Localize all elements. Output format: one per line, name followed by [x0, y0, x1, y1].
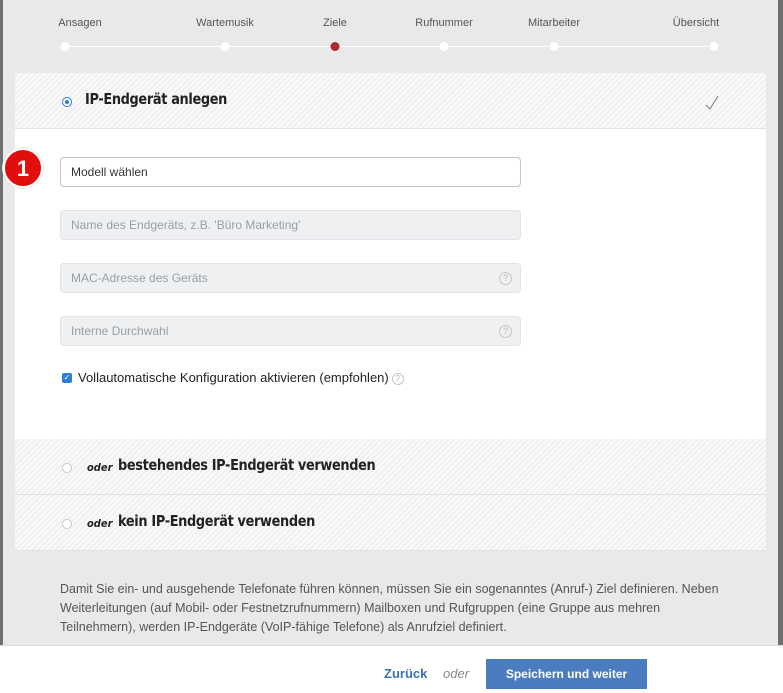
step-dot-ansagen[interactable] — [60, 42, 70, 51]
help-icon[interactable]: ? — [391, 373, 404, 385]
option-existing-prefix: oder — [87, 461, 113, 474]
option-existing-device-radio[interactable] — [62, 463, 72, 473]
step-label-ziele[interactable]: Ziele — [323, 17, 347, 29]
device-name-input[interactable]: Name des Endgeräts, z.B. 'Büro Marketing… — [60, 210, 521, 240]
help-icon[interactable]: ? — [499, 272, 512, 285]
mac-address-placeholder: MAC-Adresse des Geräts — [71, 271, 208, 285]
auto-config-checkbox[interactable]: ✓ — [62, 373, 72, 383]
auto-config-label-text: Vollautomatische Konfiguration aktiviere… — [78, 370, 389, 385]
wizard-panel: Ansagen Wartemusik Ziele Rufnummer Mitar… — [3, 0, 778, 645]
step-label-wartemusik[interactable]: Wartemusik — [196, 17, 254, 29]
info-text: Damit Sie ein- und ausgehende Telefonate… — [60, 582, 719, 634]
step-dot-uebersicht[interactable] — [709, 42, 719, 51]
step-annotation-badge: 1 — [3, 148, 43, 188]
step-dot-wartemusik[interactable] — [220, 42, 230, 51]
device-name-placeholder: Name des Endgeräts, z.B. 'Büro Marketing… — [71, 218, 301, 232]
option-new-device-title: IP-Endgerät anlegen — [85, 90, 228, 108]
check-icon — [705, 95, 719, 110]
extension-input[interactable]: Interne Durchwahl ? — [60, 316, 521, 346]
option-no-device-title: kein IP-Endgerät verwenden — [118, 512, 315, 530]
step-label-mitarbeiter[interactable]: Mitarbeiter — [528, 17, 580, 29]
step-label-uebersicht[interactable]: Übersicht — [673, 17, 719, 29]
new-device-form: Modell wählen Name des Endgeräts, z.B. '… — [15, 129, 766, 439]
option-new-device-radio[interactable] — [62, 97, 72, 107]
model-select-value: Modell wählen — [71, 165, 148, 179]
option-no-device-radio[interactable] — [62, 519, 72, 529]
wizard-stepper: Ansagen Wartemusik Ziele Rufnummer Mitar… — [3, 0, 778, 72]
model-select[interactable]: Modell wählen — [60, 157, 521, 187]
extension-placeholder: Interne Durchwahl — [71, 324, 169, 338]
option-no-device-header[interactable]: oder kein IP-Endgerät verwenden — [15, 495, 766, 551]
step-dot-ziele[interactable] — [330, 42, 340, 51]
stepper-line — [65, 46, 715, 47]
back-link[interactable]: Zurück — [384, 666, 427, 681]
save-and-continue-button[interactable]: Speichern und weiter — [486, 659, 647, 689]
option-existing-device-header[interactable]: oder bestehendes IP-Endgerät verwenden — [15, 439, 766, 495]
step-dot-rufnummer[interactable] — [439, 42, 449, 51]
footer-bar: Zurück oder Speichern und weiter — [0, 645, 783, 693]
help-icon[interactable]: ? — [499, 325, 512, 338]
auto-config-label[interactable]: Vollautomatische Konfiguration aktiviere… — [78, 370, 404, 385]
step-label-rufnummer[interactable]: Rufnummer — [415, 17, 472, 29]
or-separator: oder — [443, 666, 470, 681]
mac-address-input[interactable]: MAC-Adresse des Geräts ? — [60, 263, 521, 293]
option-none-prefix: oder — [87, 517, 113, 530]
option-new-device-header[interactable]: IP-Endgerät anlegen — [15, 73, 766, 129]
step-label-ansagen[interactable]: Ansagen — [58, 17, 101, 29]
step-dot-mitarbeiter[interactable] — [549, 42, 559, 51]
option-existing-device-title: bestehendes IP-Endgerät verwenden — [118, 456, 376, 474]
